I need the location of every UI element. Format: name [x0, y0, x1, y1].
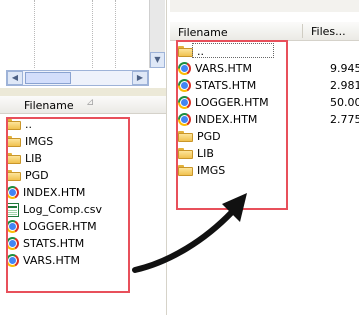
- curved-arrow-graphic: [132, 193, 247, 273]
- arrow-shaft: [132, 209, 235, 273]
